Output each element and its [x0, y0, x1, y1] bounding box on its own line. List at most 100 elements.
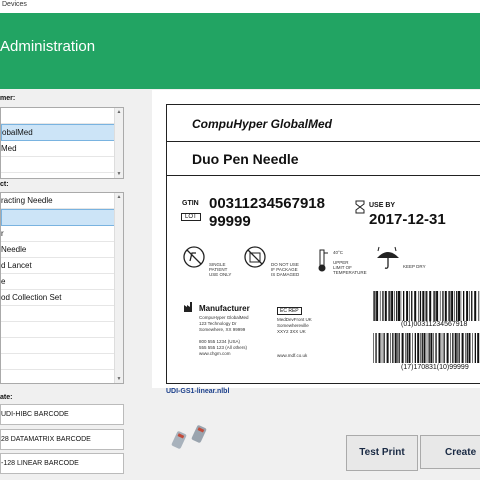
barcode-bar — [430, 333, 433, 363]
barcode-bar — [450, 333, 451, 363]
barcode-bar — [466, 291, 469, 321]
barcode-bar — [456, 291, 458, 321]
window-title: Devices — [2, 1, 27, 8]
barcode-bar — [405, 333, 406, 363]
barcode-bar — [374, 291, 376, 321]
product-list-item[interactable]: d Lancet — [1, 258, 123, 274]
manufacturer-address-line: Somewhere, XX 99999 — [199, 327, 246, 332]
barcode-bar — [424, 291, 426, 321]
barcode-bar — [422, 291, 425, 321]
customer-list-item[interactable] — [1, 173, 123, 178]
barcode-bar — [392, 333, 394, 363]
divider — [167, 141, 480, 142]
barcode-bar — [435, 333, 437, 363]
barcode-bar — [382, 291, 384, 321]
barcode-bar — [394, 291, 395, 321]
scroll-down-icon[interactable]: ▼ — [115, 375, 123, 383]
barcode-bar — [463, 291, 465, 321]
barcode-bar — [468, 333, 471, 363]
manufacturer-icon — [184, 302, 192, 312]
product-list-item[interactable]: e — [1, 274, 123, 290]
barcode-bar — [391, 291, 394, 321]
barcode-bar — [428, 333, 430, 363]
create-button[interactable]: Create — [420, 435, 480, 469]
product-list[interactable]: racting Needle r Needle d Lancet e od Collect… — [0, 192, 124, 384]
barcode-bar — [398, 291, 400, 321]
barcode-bar — [409, 291, 410, 321]
barcode-bar — [421, 333, 423, 363]
customer-list-item[interactable]: Med — [1, 141, 123, 157]
barcode-bar — [472, 333, 473, 363]
product-list-item[interactable]: Needle — [1, 242, 123, 258]
barcode-bar — [411, 291, 413, 321]
barcode-bar — [458, 291, 460, 321]
product-list-item[interactable]: od Collection Set — [1, 290, 123, 306]
barcode-bar — [408, 333, 411, 363]
template-datamatrix-button[interactable]: 28 DATAMATRIX BARCODE — [0, 429, 124, 450]
product-list-item[interactable] — [1, 322, 123, 338]
manufacturer-address: CompuHyper GlobalMed 123 Technology Dr Som… — [199, 315, 249, 357]
product-label: ct: — [0, 181, 9, 188]
barcode-bar — [401, 333, 404, 363]
barcode-bar — [454, 291, 455, 321]
product-list-item[interactable]: racting Needle — [1, 193, 123, 209]
scroll-down-icon[interactable]: ▼ — [115, 170, 123, 178]
temperature-value: 40°C — [333, 250, 344, 255]
barcode-bar — [444, 291, 447, 321]
test-print-button[interactable]: Test Print — [346, 435, 418, 471]
barcode-1 — [373, 291, 480, 321]
barcode-bar — [397, 333, 398, 363]
gtin-tag: GTIN — [182, 200, 199, 207]
customer-scrollbar[interactable]: ▲ ▼ — [114, 108, 123, 178]
customer-label: mer: — [0, 95, 16, 102]
barcode-bar — [386, 333, 389, 363]
product-list-item[interactable] — [1, 354, 123, 370]
label-preview: CompuHyper GlobalMed Duo Pen Needle GTIN… — [166, 104, 480, 384]
product-list-item[interactable] — [1, 209, 123, 226]
barcode-bar — [423, 333, 426, 363]
scroll-up-icon[interactable]: ▲ — [115, 108, 123, 116]
barcode-bar — [378, 333, 381, 363]
barcode-bar — [376, 291, 379, 321]
customer-list-item[interactable] — [1, 157, 123, 173]
customer-list[interactable]: obalMed Med ▲ ▼ — [0, 107, 124, 179]
barcode-bar — [457, 333, 458, 363]
barcode-bar — [398, 333, 400, 363]
barcode-bar — [439, 291, 441, 321]
customer-list-item[interactable] — [1, 108, 123, 124]
barcode-2-text: (17)170831(10)99999 — [401, 364, 469, 371]
product-scrollbar[interactable]: ▲ ▼ — [114, 193, 123, 383]
product-list-item[interactable] — [1, 338, 123, 354]
barcode-bar — [426, 333, 428, 363]
barcode-bar — [414, 291, 417, 321]
barcode-bar — [412, 333, 413, 363]
divider — [167, 175, 480, 176]
template-linear-button[interactable]: -128 LINEAR BARCODE — [0, 453, 124, 474]
damaged-text: DO NOT USE IF PACKAGE IS DAMAGED — [271, 262, 300, 277]
barcode-bar — [419, 291, 422, 321]
product-list-item[interactable]: r — [1, 226, 123, 242]
barcode-bar — [477, 333, 480, 363]
barcode-bar — [388, 291, 389, 321]
barcode-bar — [452, 333, 454, 363]
keep-dry-text: KEEP DRY — [403, 264, 426, 269]
barcode-bar — [406, 333, 408, 363]
barcode-bar — [469, 291, 470, 321]
barcode-bar — [442, 291, 444, 321]
barcode-bar — [429, 291, 432, 321]
barcode-bar — [434, 291, 436, 321]
template-hibc-button[interactable]: UDI-HIBC BARCODE — [0, 404, 124, 425]
barcode-bar — [443, 333, 445, 363]
barcode-bar — [433, 333, 434, 363]
ec-rep-address: MedDevFront UK Somewhereville XXY2 3XX UK … — [277, 317, 312, 359]
customer-list-item[interactable]: obalMed — [1, 124, 123, 141]
barcode-bar — [403, 291, 405, 321]
page-title: Administration — [0, 38, 96, 55]
single-use-text: SINGLE PATIENT USE ONLY — [209, 262, 232, 277]
scroll-up-icon[interactable]: ▲ — [115, 193, 123, 201]
barcode-bar — [449, 291, 451, 321]
lot-value: 99999 — [209, 213, 251, 230]
product-list-item[interactable] — [1, 306, 123, 322]
lot-tag: LOT — [181, 213, 201, 221]
hourglass-icon — [355, 200, 365, 214]
